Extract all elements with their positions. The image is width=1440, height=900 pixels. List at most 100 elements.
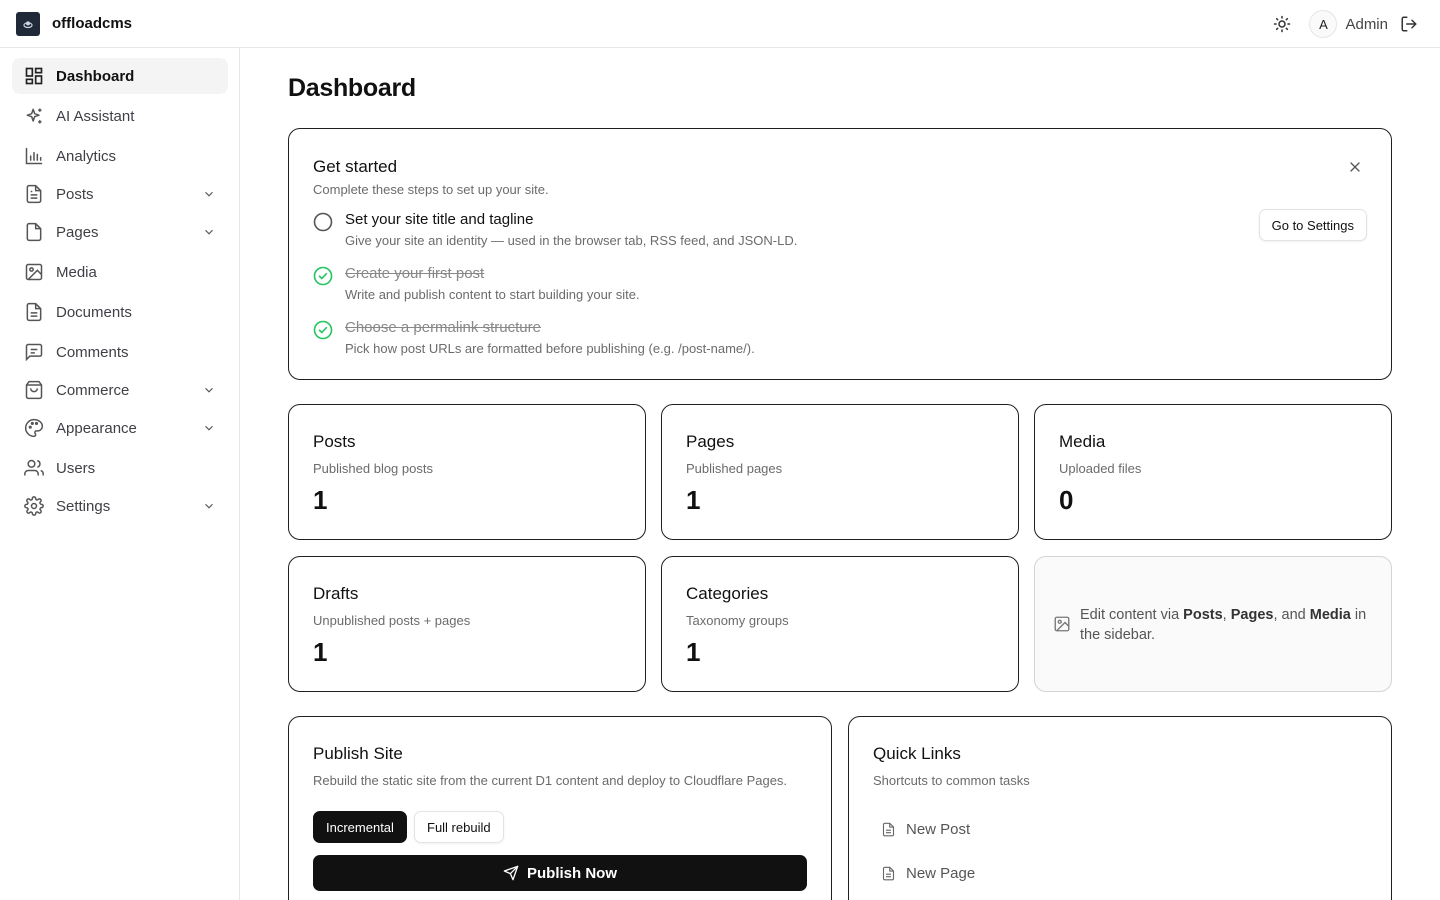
hint-card: Edit content via Posts, Pages, and Media… (1034, 556, 1392, 692)
logout-icon[interactable] (1400, 15, 1418, 33)
brand-logo[interactable] (16, 11, 40, 36)
card-title: Get started (313, 157, 398, 176)
step-title: Set your site title and tagline (345, 211, 534, 228)
stat-card-categories[interactable]: Categories Taxonomy groups 1 (661, 556, 1019, 692)
full-rebuild-mode-button[interactable]: Full rebuild (414, 811, 504, 843)
sidebar-item-pages[interactable]: Pages (12, 214, 228, 250)
sidebar-item-users[interactable]: Users (12, 450, 228, 486)
sidebar-item-media[interactable]: Media (12, 254, 228, 290)
card-title: Publish Site (313, 744, 403, 763)
quick-link-new-post[interactable]: New Post (881, 821, 970, 838)
bar-chart-icon (25, 147, 43, 165)
chevron-down-icon[interactable] (202, 187, 216, 201)
file-icon (26, 222, 42, 242)
sidebar-item-documents[interactable]: Documents (12, 294, 228, 330)
stat-subtitle: Published pages (686, 461, 783, 476)
publish-now-label: Publish Now (527, 864, 617, 882)
stat-card-media[interactable]: Media Uploaded files 0 (1034, 404, 1392, 540)
stat-card-drafts[interactable]: Drafts Unpublished posts + pages 1 (288, 556, 646, 692)
stat-title: Drafts (313, 584, 359, 603)
sidebar-item-label: Settings (56, 497, 111, 515)
file-text-icon (882, 822, 895, 837)
top-bar: offloadcms A Admin (0, 0, 1440, 48)
page-title: Dashboard (288, 74, 416, 102)
sidebar-item-label: Comments (56, 343, 129, 361)
main-content: Dashboard Get started Complete these ste… (240, 48, 1440, 900)
cloud-logo-icon (23, 20, 33, 28)
empty-circle-icon[interactable] (313, 212, 333, 232)
gear-icon (24, 496, 44, 516)
incremental-mode-button[interactable]: Incremental (313, 811, 407, 843)
quick-link-label: New Page (906, 865, 976, 882)
sidebar-item-label: Analytics (56, 147, 117, 165)
stat-subtitle: Unpublished posts + pages (313, 613, 471, 628)
users-icon (24, 459, 44, 476)
sparkles-icon (26, 108, 42, 124)
top-right-actions: A Admin (1273, 0, 1418, 48)
sidebar-item-label: Dashboard (56, 67, 135, 85)
avatar[interactable]: A (1309, 10, 1338, 38)
close-icon[interactable] (1347, 159, 1363, 175)
chevron-down-icon[interactable] (202, 225, 216, 239)
message-square-icon (25, 343, 43, 362)
sidebar-item-label: Pages (56, 223, 99, 241)
sidebar-item-label: AI Assistant (56, 107, 135, 125)
chevron-down-icon[interactable] (202, 383, 216, 397)
sidebar: Dashboard AI Assistant Analytics Posts P… (0, 48, 240, 900)
sidebar-item-analytics[interactable]: Analytics (12, 138, 228, 174)
step-title: Create your first post (345, 265, 485, 282)
stat-title: Categories (686, 584, 769, 603)
sidebar-item-commerce[interactable]: Commerce (12, 372, 228, 408)
chevron-down-icon[interactable] (202, 499, 216, 513)
sidebar-item-comments[interactable]: Comments (12, 334, 228, 370)
image-icon (1054, 616, 1070, 632)
go-to-settings-button[interactable]: Go to Settings (1258, 209, 1367, 241)
card-title: Quick Links (873, 744, 961, 763)
card-subtitle: Rebuild the static site from the current… (313, 773, 788, 788)
sidebar-item-dashboard[interactable]: Dashboard (12, 58, 228, 94)
shopping-bag-icon (25, 380, 43, 400)
step-description: Pick how post URLs are formatted before … (345, 341, 755, 356)
brand-name[interactable]: offloadcms (52, 15, 132, 32)
publish-now-button[interactable]: Publish Now (313, 855, 807, 891)
sidebar-item-posts[interactable]: Posts (12, 176, 228, 212)
hint-text: Edit content via Posts, Pages, and Media… (1080, 607, 1367, 643)
sidebar-item-label: Commerce (56, 381, 130, 399)
stat-value: 1 (313, 485, 328, 515)
sidebar-item-label: Appearance (56, 419, 137, 437)
get-started-card: Get started Complete these steps to set … (288, 128, 1392, 380)
stat-value: 0 (1059, 485, 1074, 515)
step-description: Write and publish content to start build… (345, 287, 640, 302)
quick-link-new-page[interactable]: New Page (881, 865, 975, 882)
stat-title: Posts (313, 432, 356, 451)
card-subtitle: Complete these steps to set up your site… (313, 182, 549, 197)
stat-card-pages[interactable]: Pages Published pages 1 (661, 404, 1019, 540)
sidebar-item-label: Posts (56, 185, 94, 203)
sidebar-item-appearance[interactable]: Appearance (12, 410, 228, 446)
quick-link-label: New Post (906, 821, 971, 838)
sidebar-item-ai-assistant[interactable]: AI Assistant (12, 98, 228, 134)
send-icon (503, 865, 519, 881)
sidebar-item-label: Documents (56, 303, 132, 321)
palette-icon (25, 418, 44, 438)
file-text-icon (26, 184, 42, 204)
quick-links-card: Quick Links Shortcuts to common tasks Ne… (848, 716, 1392, 900)
sidebar-item-settings[interactable]: Settings (12, 488, 228, 524)
stat-subtitle: Taxonomy groups (686, 613, 789, 628)
stat-subtitle: Uploaded files (1059, 461, 1142, 476)
stat-title: Media (1059, 432, 1106, 451)
stat-card-posts[interactable]: Posts Published blog posts 1 (288, 404, 646, 540)
dashboard-icon (25, 67, 43, 85)
file-text-icon (882, 866, 895, 881)
image-icon (25, 263, 43, 281)
chevron-down-icon[interactable] (202, 421, 216, 435)
sidebar-item-label: Media (56, 263, 97, 281)
check-circle-icon (313, 266, 333, 286)
stat-value: 1 (313, 637, 328, 667)
card-subtitle: Shortcuts to common tasks (873, 773, 1030, 788)
user-name[interactable]: Admin (1345, 16, 1388, 33)
sun-icon[interactable] (1273, 15, 1291, 33)
sidebar-item-label: Users (56, 459, 96, 477)
stat-value: 1 (686, 637, 701, 667)
stat-subtitle: Published blog posts (313, 461, 433, 476)
